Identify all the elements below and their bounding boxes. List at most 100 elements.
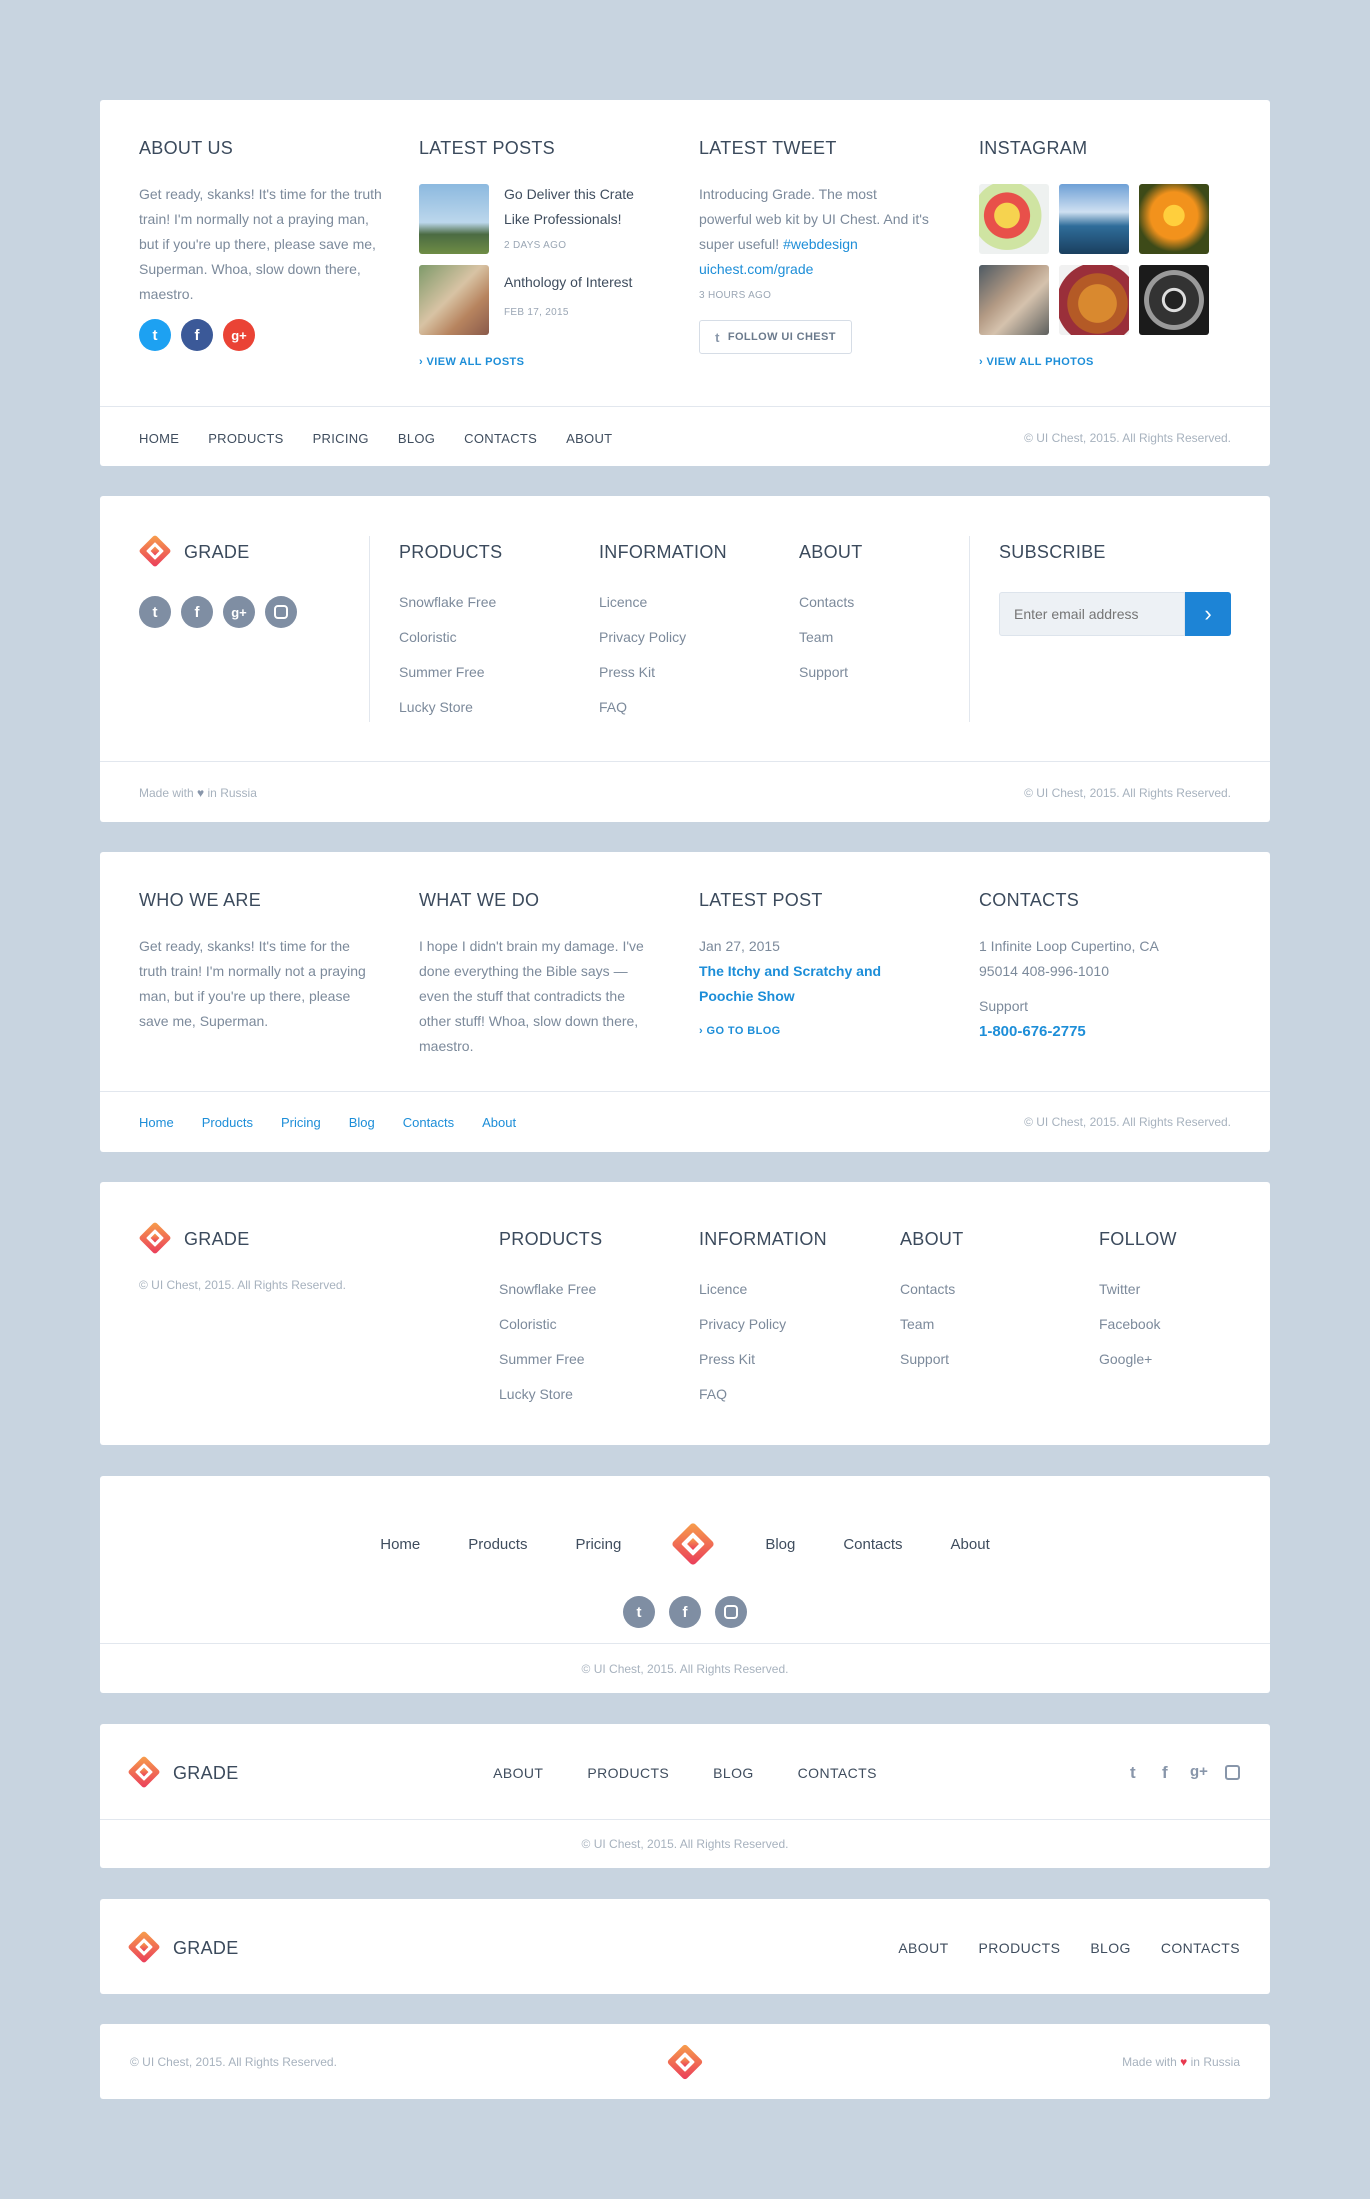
follow-button[interactable]: t FOLLOW UI CHEST — [699, 320, 852, 354]
about-link[interactable]: Support — [799, 655, 854, 690]
about-link[interactable]: Team — [900, 1307, 955, 1342]
nav-about[interactable]: ABOUT — [566, 431, 612, 446]
information-link[interactable]: Press Kit — [699, 1342, 786, 1377]
instagram-photo[interactable] — [1059, 184, 1129, 254]
instagram-photo[interactable] — [1139, 184, 1209, 254]
nav-contacts[interactable]: Contacts — [843, 1536, 902, 1553]
products-link[interactable]: Lucky Store — [399, 690, 496, 725]
information-link[interactable]: FAQ — [599, 690, 686, 725]
facebook-icon[interactable]: f — [1162, 1763, 1168, 1783]
post-link[interactable]: The Itchy and Scratchy and Poochie Show — [699, 959, 899, 1009]
nav-blog[interactable]: BLOG — [398, 431, 435, 446]
support-phone[interactable]: 1-800-676-2775 — [979, 1019, 1086, 1044]
nav-blog[interactable]: Blog — [765, 1536, 795, 1553]
google-plus-icon[interactable]: g+ — [223, 596, 255, 628]
nav-contacts[interactable]: Contacts — [403, 1115, 454, 1130]
about-text: Get ready, skanks! It's time for the tru… — [139, 186, 382, 302]
nav-home[interactable]: HOME — [139, 431, 179, 446]
nav-blog[interactable]: BLOG — [1090, 1940, 1131, 1956]
facebook-icon[interactable]: f — [181, 596, 213, 628]
twitter-icon[interactable]: t — [139, 319, 171, 351]
nav-blog[interactable]: Blog — [349, 1115, 375, 1130]
instagram-photo[interactable] — [979, 184, 1049, 254]
tweet-text: Introducing Grade. The most powerful web… — [699, 182, 929, 282]
brand-name: GRADE — [184, 1229, 250, 1249]
nav-contacts[interactable]: CONTACTS — [1161, 1940, 1240, 1956]
nav-products[interactable]: PRODUCTS — [208, 431, 283, 446]
grade-logo-icon[interactable] — [126, 1929, 162, 1965]
about-link[interactable]: Contacts — [799, 585, 854, 620]
tweet-time: 3 HOURS AGO — [699, 290, 772, 301]
instagram-photo[interactable] — [979, 265, 1049, 335]
view-all-posts-link[interactable]: › VIEW ALL POSTS — [419, 356, 524, 368]
google-plus-icon[interactable]: g+ — [1190, 1763, 1208, 1780]
nav-about[interactable]: About — [951, 1536, 990, 1553]
nav-pricing[interactable]: Pricing — [281, 1115, 321, 1130]
information-link[interactable]: Press Kit — [599, 655, 686, 690]
tweet-url[interactable]: uichest.com/grade — [699, 261, 813, 277]
nav-products[interactable]: Products — [202, 1115, 253, 1130]
twitter-icon[interactable]: t — [1130, 1763, 1136, 1783]
nav-home[interactable]: Home — [380, 1536, 420, 1553]
nav-pricing[interactable]: Pricing — [575, 1536, 621, 1553]
google-plus-icon[interactable]: g+ — [223, 319, 255, 351]
about-link[interactable]: Support — [900, 1342, 955, 1377]
nav-contacts[interactable]: CONTACTS — [798, 1765, 877, 1781]
nav-products[interactable]: PRODUCTS — [587, 1765, 669, 1781]
view-all-photos-link[interactable]: › VIEW ALL PHOTOS — [979, 356, 1094, 368]
information-link[interactable]: Licence — [699, 1272, 786, 1307]
post-thumb[interactable] — [419, 265, 489, 335]
instagram-icon[interactable] — [1225, 1765, 1240, 1780]
tweet-hashtag[interactable]: #webdesign — [783, 236, 858, 252]
follow-link[interactable]: Google+ — [1099, 1342, 1160, 1377]
nav-contacts[interactable]: CONTACTS — [464, 431, 537, 446]
follow-link[interactable]: Facebook — [1099, 1307, 1160, 1342]
information-link[interactable]: Privacy Policy — [699, 1307, 786, 1342]
information-link[interactable]: Privacy Policy — [599, 620, 686, 655]
information-link[interactable]: Licence — [599, 585, 686, 620]
grade-logo-icon[interactable] — [137, 533, 173, 569]
divider — [100, 1091, 1270, 1092]
nav-home[interactable]: Home — [139, 1115, 174, 1130]
products-link[interactable]: Coloristic — [499, 1307, 596, 1342]
instagram-photo[interactable] — [1139, 265, 1209, 335]
products-link[interactable]: Summer Free — [499, 1342, 596, 1377]
grade-logo-icon[interactable] — [137, 1220, 173, 1256]
post-title[interactable]: Go Deliver this Crate Like Professionals… — [504, 182, 654, 232]
instagram-icon[interactable] — [715, 1596, 747, 1628]
instagram-photo[interactable] — [1059, 265, 1129, 335]
email-field[interactable] — [999, 592, 1185, 636]
footer-6: GRADE ABOUT PRODUCTS BLOG CONTACTS t f g… — [100, 1724, 1270, 1868]
nav-about[interactable]: ABOUT — [493, 1765, 543, 1781]
go-to-blog-link[interactable]: › GO TO BLOG — [699, 1025, 781, 1037]
subscribe-button[interactable]: › — [1185, 592, 1231, 636]
follow-title: FOLLOW — [1099, 1229, 1177, 1249]
post-thumb[interactable] — [419, 184, 489, 254]
about-link[interactable]: Contacts — [900, 1272, 955, 1307]
twitter-icon[interactable]: t — [623, 1596, 655, 1628]
grade-logo-icon[interactable] — [669, 1520, 717, 1568]
products-link[interactable]: Summer Free — [399, 655, 496, 690]
footer-5: Home Products Pricing Blog Contacts Abou… — [100, 1476, 1270, 1693]
instagram-icon[interactable] — [265, 596, 297, 628]
twitter-icon[interactable]: t — [139, 596, 171, 628]
about-title: ABOUT — [799, 542, 863, 562]
information-link[interactable]: FAQ — [699, 1377, 786, 1412]
facebook-icon[interactable]: f — [669, 1596, 701, 1628]
nav-about[interactable]: About — [482, 1115, 516, 1130]
grade-logo-icon[interactable] — [665, 2042, 705, 2082]
products-link[interactable]: Lucky Store — [499, 1377, 596, 1412]
products-link[interactable]: Coloristic — [399, 620, 496, 655]
nav-blog[interactable]: BLOG — [713, 1765, 754, 1781]
post-title[interactable]: Anthology of Interest — [504, 274, 632, 290]
about-link[interactable]: Team — [799, 620, 854, 655]
products-link[interactable]: Snowflake Free — [399, 585, 496, 620]
facebook-icon[interactable]: f — [181, 319, 213, 351]
nav-products[interactable]: PRODUCTS — [979, 1940, 1061, 1956]
nav-pricing[interactable]: PRICING — [313, 431, 369, 446]
nav-about[interactable]: ABOUT — [898, 1940, 948, 1956]
follow-link[interactable]: Twitter — [1099, 1272, 1160, 1307]
nav-products[interactable]: Products — [468, 1536, 527, 1553]
products-link[interactable]: Snowflake Free — [499, 1272, 596, 1307]
information-title: INFORMATION — [699, 1229, 827, 1249]
